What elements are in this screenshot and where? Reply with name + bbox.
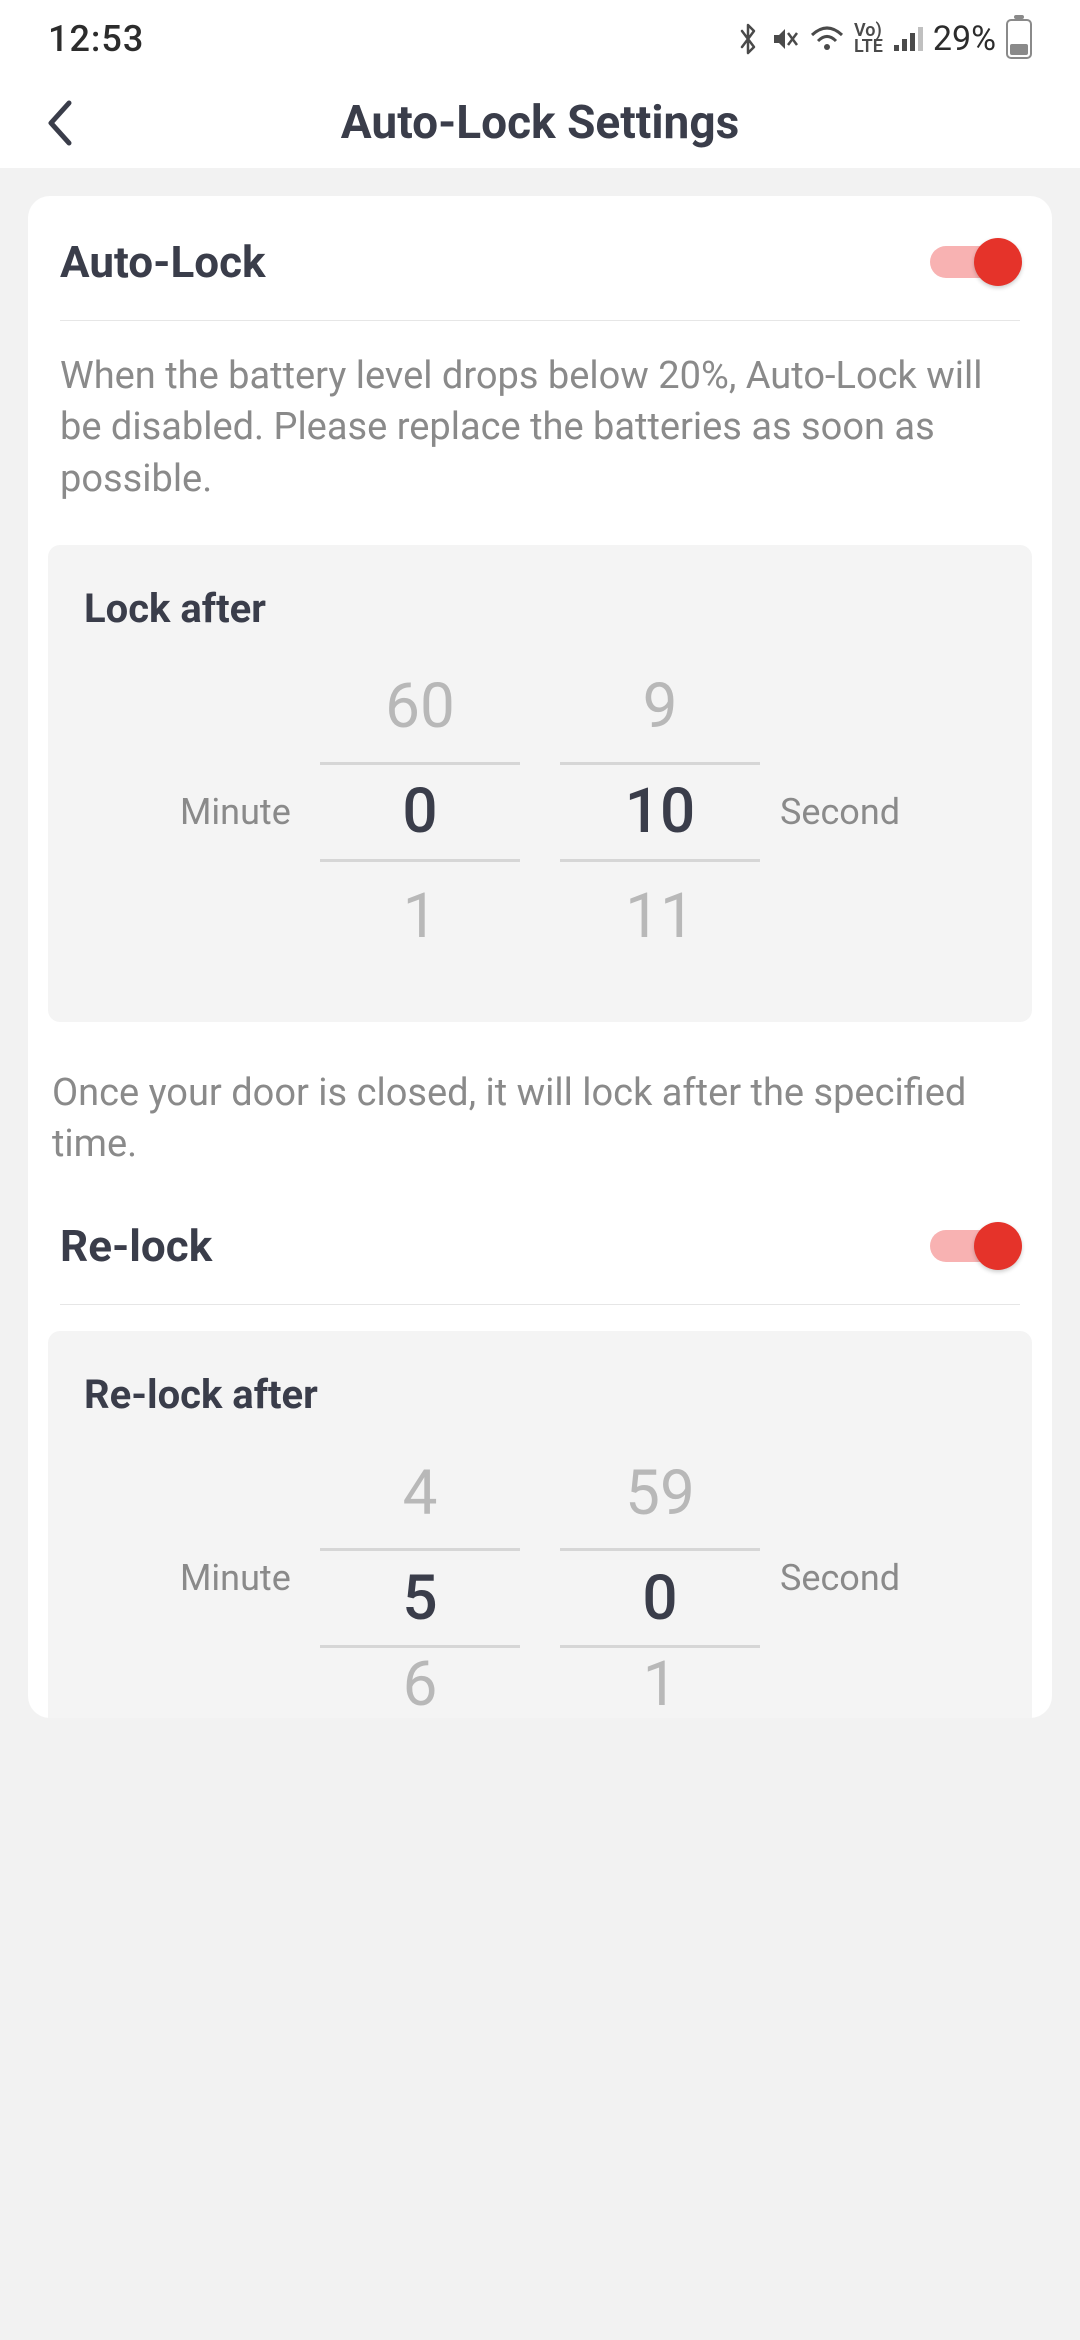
second-next: 11 bbox=[625, 862, 695, 972]
relock-after-title: Re-lock after bbox=[78, 1371, 1002, 1418]
back-button[interactable] bbox=[30, 93, 90, 153]
bluetooth-icon bbox=[736, 22, 760, 56]
second-label: Second bbox=[780, 791, 940, 833]
minute-label: Minute bbox=[140, 1557, 300, 1599]
minute-picker[interactable]: 60 0 1 bbox=[320, 652, 520, 972]
second-next: 1 bbox=[643, 1648, 678, 1718]
minute-label: Minute bbox=[140, 791, 300, 833]
status-icons: Vo)LTE 29% bbox=[736, 19, 1032, 59]
second-picker[interactable]: 9 10 11 bbox=[560, 652, 760, 972]
minute-selected: 0 bbox=[320, 762, 520, 862]
page-body: Auto-Lock When the battery level drops b… bbox=[0, 168, 1080, 2340]
second-prev: 59 bbox=[625, 1438, 695, 1548]
battery-icon bbox=[1006, 19, 1032, 59]
relock-toggle[interactable] bbox=[930, 1222, 1020, 1270]
minute-next: 6 bbox=[403, 1648, 438, 1718]
minute-next: 1 bbox=[403, 862, 438, 972]
mute-icon bbox=[770, 24, 800, 54]
status-bar: 12:53 Vo)LTE 29% bbox=[0, 0, 1080, 78]
header: Auto-Lock Settings bbox=[0, 78, 1080, 168]
second-selected: 0 bbox=[560, 1548, 760, 1648]
relock-after-picker[interactable]: Minute 4 5 6 59 0 1 Second bbox=[78, 1438, 1002, 1718]
autolock-row: Auto-Lock bbox=[28, 196, 1052, 320]
relock-label: Re-lock bbox=[60, 1220, 212, 1272]
lock-after-desc: Once your door is closed, it will lock a… bbox=[28, 1042, 1052, 1201]
relock-row: Re-lock bbox=[28, 1200, 1052, 1304]
settings-card: Auto-Lock When the battery level drops b… bbox=[28, 196, 1052, 1718]
volte-icon: Vo)LTE bbox=[854, 23, 883, 55]
lock-after-title: Lock after bbox=[78, 585, 1002, 632]
second-picker[interactable]: 59 0 1 bbox=[560, 1438, 760, 1718]
second-selected: 10 bbox=[560, 762, 760, 862]
second-label: Second bbox=[780, 1557, 940, 1599]
lock-after-block: Lock after Minute 60 0 1 9 10 11 Second bbox=[48, 545, 1032, 1022]
autolock-warning: When the battery level drops below 20%, … bbox=[28, 321, 1052, 545]
minute-picker[interactable]: 4 5 6 bbox=[320, 1438, 520, 1718]
minute-selected: 5 bbox=[320, 1548, 520, 1648]
status-time: 12:53 bbox=[48, 18, 144, 60]
relock-after-block: Re-lock after Minute 4 5 6 59 0 1 Second bbox=[48, 1331, 1032, 1718]
lock-after-picker[interactable]: Minute 60 0 1 9 10 11 Second bbox=[78, 652, 1002, 972]
minute-prev: 4 bbox=[403, 1438, 438, 1548]
signal-icon bbox=[893, 25, 923, 53]
autolock-toggle[interactable] bbox=[930, 238, 1020, 286]
autolock-label: Auto-Lock bbox=[60, 236, 266, 288]
wifi-icon bbox=[810, 25, 844, 53]
page-title: Auto-Lock Settings bbox=[0, 96, 1080, 150]
second-prev: 9 bbox=[643, 652, 678, 762]
minute-prev: 60 bbox=[385, 652, 455, 762]
battery-percent: 29% bbox=[933, 19, 996, 59]
